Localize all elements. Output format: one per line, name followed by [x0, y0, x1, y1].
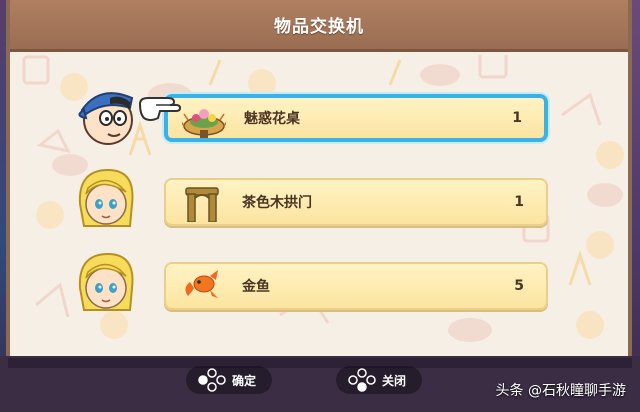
title-bar: 物品交换机	[10, 0, 628, 52]
wooden-arch-icon	[185, 187, 219, 222]
item-row-wooden-arch[interactable]: 茶色木拱门 1	[164, 178, 548, 226]
item-name: 金鱼	[242, 279, 270, 295]
goldfish-icon	[185, 270, 218, 298]
item-name: 茶色木拱门	[242, 195, 312, 211]
controller-buttons-icon	[198, 368, 226, 392]
watermark: 头条 @石秋瞳聊手游	[495, 383, 626, 399]
villager-avatar-blonde	[78, 168, 134, 227]
footer-strip	[8, 358, 632, 368]
item-quantity: 1	[514, 194, 524, 210]
item-exchange-window: 物品交换机 魅惑花桌 1 茶色木拱门 1 金鱼 5	[6, 0, 632, 356]
footer-bar: 确定 关闭 头条 @石秋瞳聊手游	[0, 356, 640, 412]
controller-buttons-icon	[348, 368, 376, 392]
flower-table-icon	[182, 109, 226, 138]
close-label: 关闭	[382, 373, 407, 388]
item-name: 魅惑花桌	[244, 111, 300, 127]
item-quantity: 5	[514, 278, 524, 294]
villager-avatar-blonde-2	[78, 252, 134, 311]
item-quantity: 1	[512, 110, 522, 126]
pointing-hand-cursor-icon	[138, 97, 182, 121]
player-avatar-nobita	[78, 92, 134, 145]
close-button[interactable]: 关闭	[336, 366, 423, 394]
confirm-button[interactable]: 确定	[186, 366, 273, 394]
confirm-label: 确定	[232, 373, 257, 388]
window-title: 物品交换机	[274, 17, 364, 37]
item-row-flower-table[interactable]: 魅惑花桌 1	[164, 94, 548, 142]
item-row-goldfish[interactable]: 金鱼 5	[164, 262, 548, 310]
